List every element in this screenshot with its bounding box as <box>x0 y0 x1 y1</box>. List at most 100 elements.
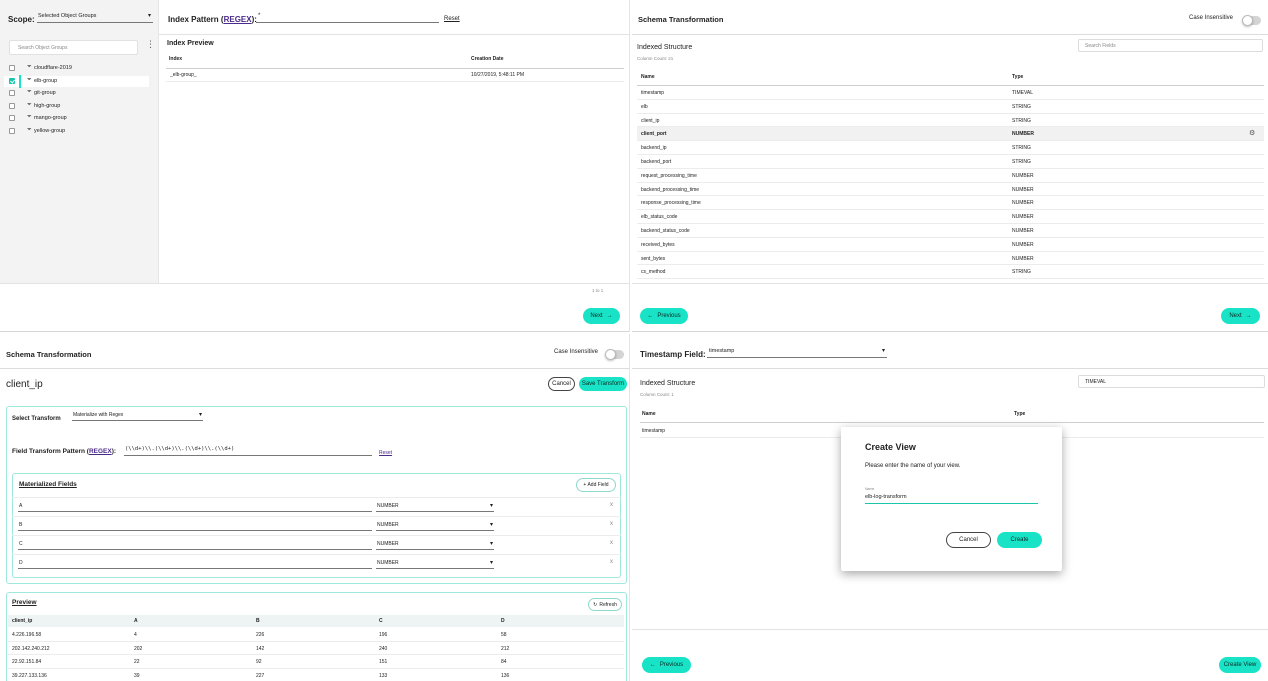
dialog-title: Create View <box>865 442 916 452</box>
index-pattern-value: * <box>258 13 261 19</box>
col-name-header: Name <box>641 74 655 80</box>
column-count: Column Count: 21 <box>637 56 674 61</box>
field-transform-pattern-input[interactable]: (\\d+)\\.(\\d+)\\.(\\d+)\\.(\\d+) <box>124 445 372 456</box>
case-insensitive-toggle[interactable] <box>605 349 624 360</box>
schema-row[interactable]: backend_port STRING <box>637 155 1264 169</box>
field-type: TIMEVAL <box>1012 90 1034 96</box>
search-fields-input[interactable]: TIMEVAL <box>1078 375 1265 388</box>
gear-icon[interactable]: ⚙ <box>1249 129 1255 137</box>
schema-row[interactable]: cs_method STRING <box>637 265 1264 280</box>
schema-row[interactable]: elb_status_code NUMBER <box>637 210 1264 224</box>
field-type-select[interactable]: NUMBER ▾ <box>376 540 494 550</box>
footer-divider <box>632 629 1268 630</box>
schema-row[interactable]: client_ip STRING <box>637 114 1264 128</box>
schema-row[interactable]: request_processing_time NUMBER <box>637 169 1264 183</box>
timestamp-field-select[interactable]: timestamp ▾ <box>707 346 887 358</box>
next-button[interactable]: Next → <box>583 308 620 324</box>
add-field-button[interactable]: + Add Field <box>576 478 616 492</box>
preview-column-header: A <box>134 618 138 624</box>
case-insensitive-toggle[interactable] <box>1242 15 1261 26</box>
schema-row[interactable]: response_processing_time NUMBER <box>637 196 1264 211</box>
regex-link[interactable]: REGEX <box>224 15 252 24</box>
divider <box>159 34 629 35</box>
preview-cell: 202.142.240.212 <box>12 645 50 652</box>
remove-field-icon[interactable]: x <box>610 540 613 546</box>
regex-link[interactable]: REGEX <box>89 448 112 455</box>
field-name-input[interactable]: C <box>18 540 372 550</box>
object-group-item[interactable]: ⏷ git-group <box>4 88 149 99</box>
table-row[interactable]: _elb-group_ 10/27/2019, 5:48:11 PM <box>166 68 624 82</box>
dialog-cancel-button[interactable]: Cancel <box>946 532 991 548</box>
row-name: timestamp <box>642 428 666 434</box>
field-type-select[interactable]: NUMBER ▾ <box>376 502 494 512</box>
schema-row[interactable]: sent_bytes NUMBER <box>637 252 1264 266</box>
preview-cell: 84 <box>501 659 507 665</box>
group-checkbox[interactable] <box>9 65 15 71</box>
view-name-input[interactable]: elb-log-transform <box>865 493 1038 504</box>
cancel-button[interactable]: Cancel <box>548 377 575 391</box>
remove-field-icon[interactable]: x <box>610 559 613 565</box>
refresh-button[interactable]: ↻ Refresh <box>588 598 622 611</box>
schema-row[interactable]: client_port NUMBER ⚙ <box>637 127 1264 142</box>
field-name: backend_port <box>641 159 672 165</box>
group-checkbox[interactable] <box>9 115 15 121</box>
save-transform-button[interactable]: Save Transform <box>579 377 627 391</box>
field-name-input[interactable]: D <box>18 559 372 569</box>
schema-row[interactable]: backend_ip STRING <box>637 141 1264 155</box>
object-group-item[interactable]: ⏷ high-group <box>4 101 149 112</box>
index-pattern-input[interactable]: * <box>256 12 439 23</box>
remove-field-icon[interactable]: x <box>610 521 613 527</box>
field-type: STRING <box>1012 117 1031 124</box>
field-name-value: C <box>19 541 23 547</box>
field-type: NUMBER <box>1012 131 1034 138</box>
filter-icon: ⏷ <box>27 76 32 83</box>
schema-row[interactable]: backend_processing_time NUMBER <box>637 183 1264 197</box>
object-group-item[interactable]: ⏷ elb-group <box>4 74 149 88</box>
schema-row[interactable]: elb STRING <box>637 100 1264 114</box>
dialog-create-button[interactable]: Create <box>997 532 1042 548</box>
preview-cell: 227 <box>256 672 265 679</box>
previous-button[interactable]: ← Previous <box>640 308 688 324</box>
footer-divider <box>0 283 629 284</box>
arrow-right-icon: → <box>606 313 613 319</box>
object-group-item[interactable]: ⏷ cloudflare-2019 <box>4 63 149 74</box>
field-type-select[interactable]: NUMBER ▾ <box>376 559 494 569</box>
schema-row[interactable]: received_bytes NUMBER <box>637 238 1264 252</box>
schema-row[interactable]: timestamp TIMEVAL <box>637 86 1264 100</box>
field-name-input[interactable]: A <box>18 502 372 512</box>
chevron-down-icon: ▾ <box>147 13 151 19</box>
transform-select[interactable]: Materialize with Regex ▾ <box>72 411 203 421</box>
field-name: sent_bytes <box>641 255 666 262</box>
field-type: NUMBER <box>1012 214 1034 221</box>
previous-button[interactable]: ← Previous <box>642 657 691 673</box>
reset-link[interactable]: Reset <box>379 450 392 456</box>
group-checkbox[interactable] <box>9 77 15 84</box>
previous-label: Previous <box>659 662 684 668</box>
field-name-input[interactable]: B <box>18 521 372 531</box>
more-vertical-icon[interactable]: ⋮ <box>146 40 155 49</box>
object-group-item[interactable]: ⏷ yellow-group <box>4 126 149 137</box>
arrow-left-icon: ← <box>647 313 654 319</box>
schema-row[interactable]: backend_status_code NUMBER <box>637 224 1264 238</box>
preview-cell: 240 <box>379 645 388 652</box>
group-checkbox[interactable] <box>9 90 15 96</box>
group-checkbox[interactable] <box>9 127 15 134</box>
remove-field-icon[interactable]: x <box>610 502 613 508</box>
scope-select-value: Selected Object Groups <box>38 13 97 19</box>
object-group-item[interactable]: ⏷ mango-group <box>4 113 149 124</box>
preview-cell: 226 <box>256 632 265 638</box>
chevron-down-icon: ▾ <box>489 503 493 509</box>
scope-select[interactable]: Selected Object Groups ▾ <box>37 11 153 23</box>
field-type: STRING <box>1012 103 1031 110</box>
field-type-select[interactable]: NUMBER ▾ <box>376 521 494 531</box>
field-type: STRING <box>1012 159 1031 165</box>
reset-link[interactable]: Reset <box>444 16 460 22</box>
search-object-groups-input[interactable]: Search Object Groups <box>9 40 138 55</box>
create-view-button[interactable]: Create View <box>1219 657 1261 673</box>
col-index-header: Index <box>169 56 183 62</box>
search-fields-input[interactable]: Search Fields <box>1078 39 1263 52</box>
preview-cell: 22.92.151.84 <box>12 659 42 665</box>
next-button[interactable]: Next → <box>1221 308 1260 324</box>
search-fields-placeholder: Search Fields <box>1085 43 1116 49</box>
group-checkbox[interactable] <box>9 102 15 109</box>
